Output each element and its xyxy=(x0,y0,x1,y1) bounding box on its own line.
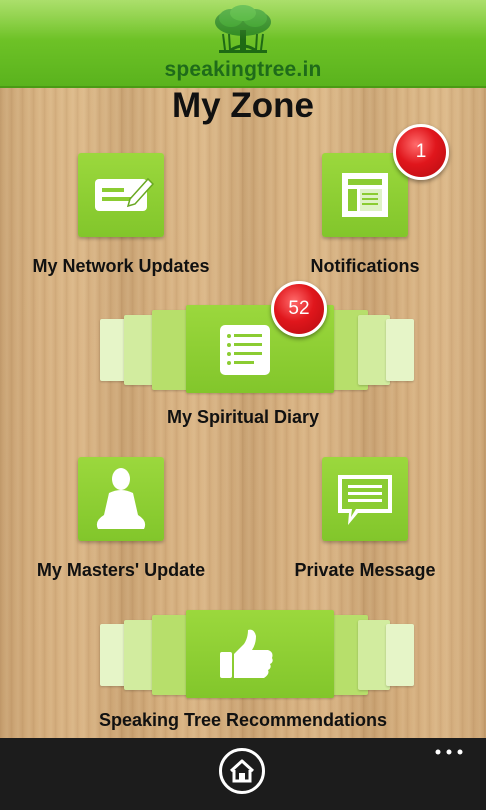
spiritual-diary-badge: 52 xyxy=(271,281,327,337)
tree-logo-icon xyxy=(215,5,271,53)
notebook-icon xyxy=(220,325,270,375)
home-button[interactable] xyxy=(219,748,265,794)
meditating-person-icon xyxy=(96,468,146,529)
notifications-tile[interactable] xyxy=(322,153,408,237)
spiritual-diary-stack[interactable] xyxy=(100,305,414,397)
network-updates-label[interactable]: My Network Updates xyxy=(8,256,234,277)
logo-text: speakingtree.in xyxy=(164,58,322,81)
ellipsis-icon[interactable] xyxy=(432,742,466,762)
thumbs-up-icon xyxy=(220,629,273,678)
screen: { "header": { "logo_text": "speakingtree… xyxy=(0,0,486,810)
recommendations-label[interactable]: Speaking Tree Recommendations xyxy=(60,710,426,731)
app-header: speakingtree.in xyxy=(0,0,486,88)
compose-icon xyxy=(95,177,155,211)
private-message-tile[interactable] xyxy=(322,457,408,541)
news-page-icon xyxy=(342,173,388,217)
notifications-badge: 1 xyxy=(393,124,449,180)
home-icon xyxy=(229,759,255,783)
private-message-label[interactable]: Private Message xyxy=(270,560,460,581)
network-updates-tile[interactable] xyxy=(78,153,164,237)
spiritual-diary-label[interactable]: My Spiritual Diary xyxy=(100,407,386,428)
recommendations-stack[interactable] xyxy=(100,610,414,702)
notifications-label[interactable]: Notifications xyxy=(270,256,460,277)
masters-update-tile[interactable] xyxy=(78,457,164,541)
page-title: My Zone xyxy=(172,86,314,125)
speech-bubble-icon xyxy=(338,475,392,525)
masters-update-label[interactable]: My Masters' Update xyxy=(6,560,236,581)
